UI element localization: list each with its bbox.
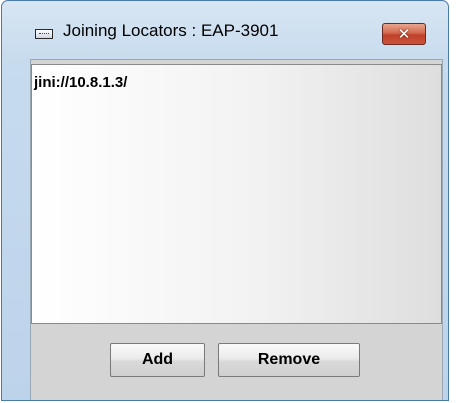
locator-list[interactable]: jini://10.8.1.3/	[31, 64, 442, 324]
add-button[interactable]: Add	[110, 343, 205, 377]
dialog-window: Joining Locators : EAP-3901 ✕ jini://10.…	[1, 0, 449, 401]
dialog-content: jini://10.8.1.3/ Add Remove	[30, 59, 443, 400]
close-icon: ✕	[397, 24, 411, 43]
window-title: Joining Locators : EAP-3901	[63, 21, 279, 40]
remove-button[interactable]: Remove	[218, 343, 360, 377]
window-icon	[35, 29, 53, 39]
title-bar[interactable]: Joining Locators : EAP-3901 ✕	[2, 1, 448, 57]
close-button[interactable]: ✕	[382, 23, 426, 45]
list-item[interactable]: jini://10.8.1.3/	[34, 74, 127, 91]
